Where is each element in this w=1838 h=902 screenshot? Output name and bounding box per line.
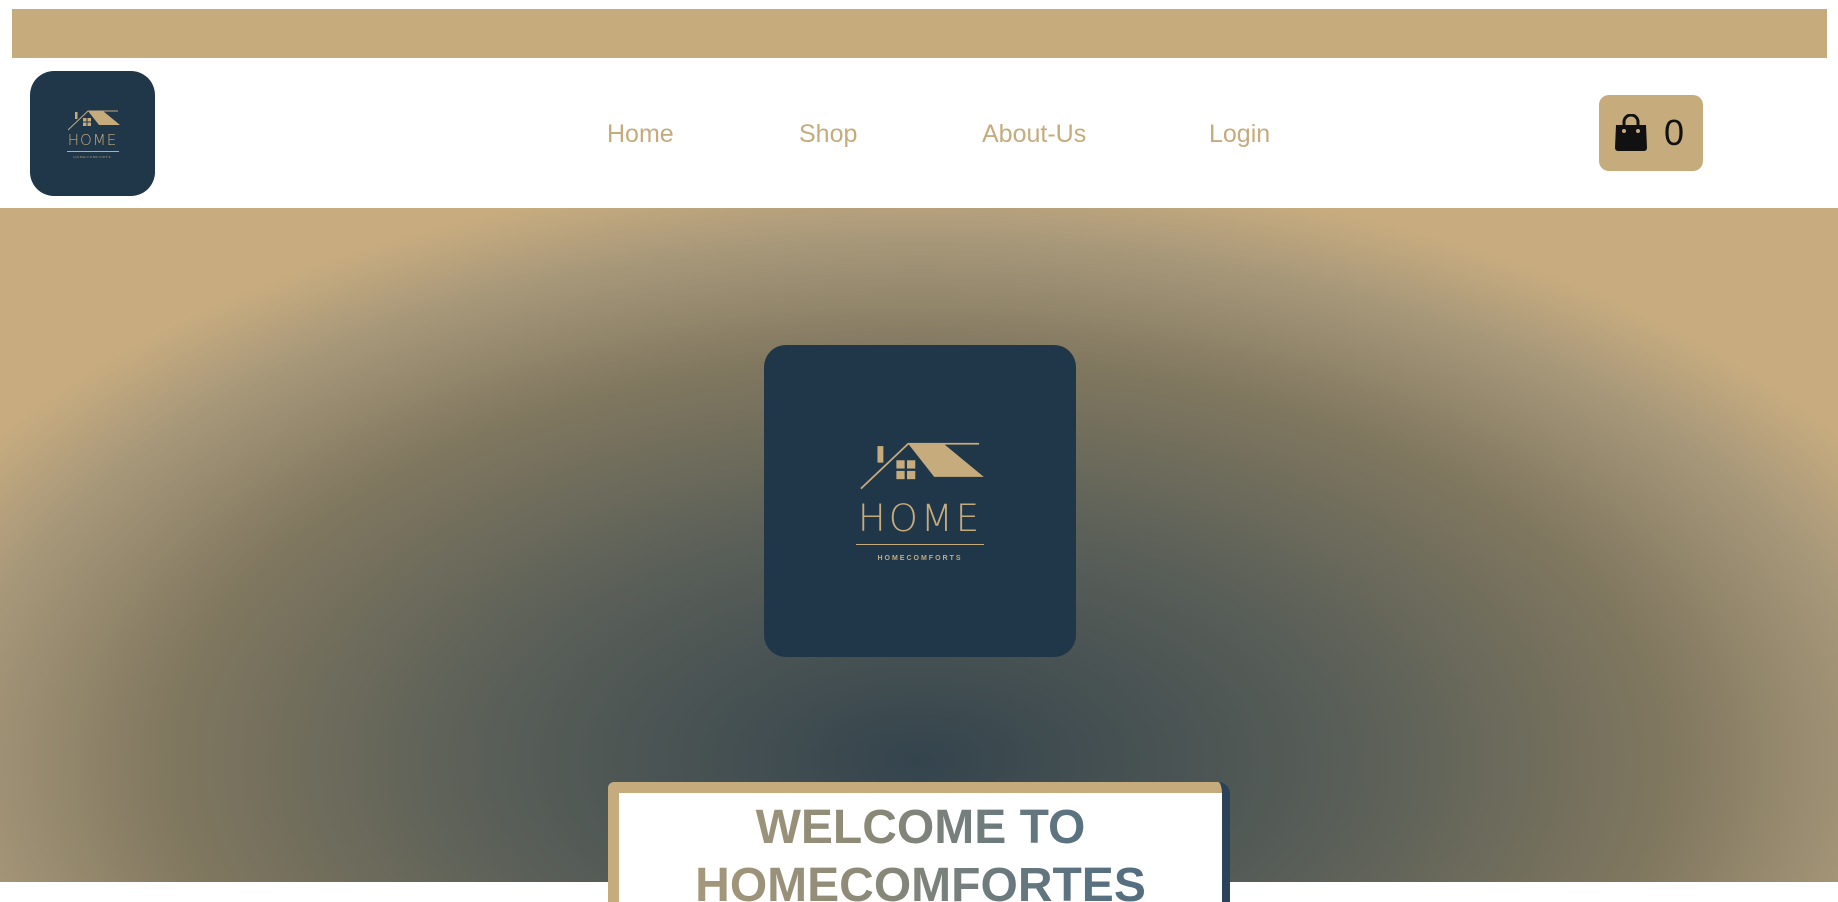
welcome-card-inner: WELCOME TO HOMECOMFORTES [619,793,1222,902]
welcome-line-1: WELCOME TO [755,801,1086,854]
site-header: HOME HOMECOMFORTS Home Shop About-Us Log… [0,58,1838,208]
nav-about-us[interactable]: About-Us [982,120,1086,149]
hero-logo-word: HOME [857,497,983,540]
promo-bar [12,9,1827,58]
welcome-title: WELCOME TO HOMECOMFORTES [619,793,1222,902]
header-logo-subtitle: HOMECOMFORTS [73,154,112,159]
nav-home[interactable]: Home [607,120,674,149]
hero-logo-rule [856,544,984,545]
nav-shop[interactable]: Shop [799,120,857,149]
house-logo-icon [860,442,984,490]
welcome-line-2: HOMECOMFORTES [695,859,1146,902]
welcome-card: WELCOME TO HOMECOMFORTES [608,782,1230,902]
cart-button[interactable]: 0 [1599,95,1703,171]
header-logo-rule [66,150,119,152]
shopping-bag-icon [1615,114,1647,151]
hero-logo-subtitle: HOMECOMFORTS [877,555,963,562]
cart-count: 0 [1664,112,1685,153]
hero-section: HOME HOMECOMFORTS WELCOME TO HOMECOMFORT… [0,208,1838,902]
hero-logo: HOME HOMECOMFORTS [764,345,1076,657]
nav-login[interactable]: Login [1209,120,1270,149]
main-nav: Home Shop About-Us Login [0,120,1838,150]
